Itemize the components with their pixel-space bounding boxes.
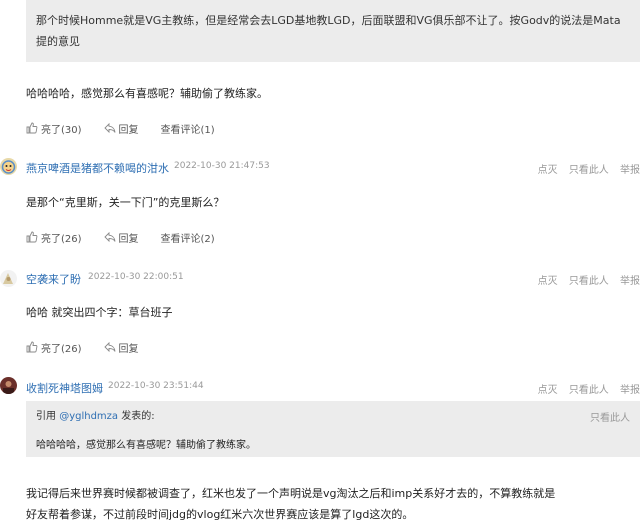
quote-text: 哈哈哈哈，感觉那么有喜感呢？辅助偷了教练家。 (36, 440, 256, 451)
post-text: 哈哈 就突出四个字：草台班子 (26, 306, 173, 319)
quote-suffix: 发表的: (121, 411, 155, 422)
post-time: 2022-10-30 22:00:51 (88, 272, 184, 282)
post-right-links: 点灭 只看此人 举报 (530, 161, 640, 176)
reply-label: 回复 (118, 233, 139, 245)
post-text: 哈哈哈哈，感觉那么有喜感呢？辅助偷了教练家。 (26, 87, 268, 100)
like-button[interactable]: 亮了(26) (26, 340, 82, 355)
report-link[interactable]: 举报 (620, 385, 640, 396)
like-label: 亮了(26) (41, 343, 82, 355)
like-button[interactable]: 亮了(26) (26, 230, 82, 245)
dislike-link[interactable]: 点灭 (538, 165, 558, 176)
post-text-line: 我记得后来世界赛时候都被调查了，红米也发了一个声明说是vg淘汰之后和imp关系好… (26, 487, 556, 500)
post-header: 燕京啤酒是猪都不赖喝的泔水 2022-10-30 21:47:53 点灭 只看此… (0, 157, 640, 181)
username-link[interactable]: 燕京啤酒是猪都不赖喝的泔水 (26, 160, 169, 176)
report-link[interactable]: 举报 (620, 276, 640, 287)
post-time: 2022-10-30 23:51:44 (108, 381, 204, 391)
quoted-post-text: 那个时候Homme就是VG主教练，但是经常会去LGD基地教LGD，后面联盟和VG… (36, 14, 621, 48)
avatar-image (0, 270, 17, 287)
avatar[interactable] (0, 158, 17, 175)
avatar[interactable] (0, 270, 17, 287)
view-comments-label: 查看评论(1) (160, 124, 215, 136)
post-actions: 亮了(26) 回复 查看评论(2) (26, 229, 237, 245)
reply-icon (103, 341, 115, 353)
quoted-post: 那个时候Homme就是VG主教练，但是经常会去LGD基地教LGD，后面联盟和VG… (26, 0, 640, 62)
thumbs-up-icon (26, 122, 38, 134)
post-time: 2022-10-30 21:47:53 (174, 161, 270, 171)
post-header: 收割死神塔图姆 2022-10-30 23:51:44 点灭 只看此人 举报 (0, 377, 640, 401)
only-this-user-link[interactable]: 只看此人 (569, 276, 609, 287)
view-comments-button[interactable]: 查看评论(1) (161, 121, 215, 136)
only-this-user-link[interactable]: 只看此人 (569, 165, 609, 176)
quote-user-link[interactable]: @yglhdmza (59, 411, 118, 422)
quote-prefix: 引用 (36, 411, 56, 422)
post-header: 空袭来了盼 2022-10-30 22:00:51 点灭 只看此人 举报 (0, 268, 640, 292)
post-actions: 亮了(30) 回复 查看评论(1) (26, 120, 237, 136)
quote-header: 引用 @yglhdmza 发表的: (36, 407, 630, 422)
reply-label: 回复 (118, 343, 139, 355)
avatar-image (0, 158, 17, 175)
avatar[interactable] (0, 377, 17, 394)
like-label: 亮了(30) (41, 124, 82, 136)
post-text-line: 好友帮着参谋，不过前段时间jdg的vlog红米六次世界赛应该是算了lgd这次的。 (26, 508, 414, 521)
post-right-links: 点灭 只看此人 举报 (530, 272, 640, 287)
reply-button[interactable]: 回复 (103, 340, 139, 355)
dislike-link[interactable]: 点灭 (538, 385, 558, 396)
like-button[interactable]: 亮了(30) (26, 121, 82, 136)
view-comments-label: 查看评论(2) (160, 233, 215, 245)
thumbs-up-icon (26, 231, 38, 243)
dislike-link[interactable]: 点灭 (538, 276, 558, 287)
reply-icon (103, 122, 115, 134)
only-this-user-link[interactable]: 只看此人 (569, 385, 609, 396)
avatar-image (0, 377, 17, 394)
report-link[interactable]: 举报 (620, 165, 640, 176)
reply-label: 回复 (118, 124, 139, 136)
username-link[interactable]: 空袭来了盼 (26, 271, 81, 287)
reply-icon (103, 231, 115, 243)
quote-only-this-user-link[interactable]: 只看此人 (590, 409, 630, 424)
post-right-links: 点灭 只看此人 举报 (530, 381, 640, 396)
quote-box: 引用 @yglhdmza 发表的: 哈哈哈哈，感觉那么有喜感呢？辅助偷了教练家。… (26, 401, 640, 457)
view-comments-button[interactable]: 查看评论(2) (161, 230, 215, 245)
reply-button[interactable]: 回复 (103, 121, 139, 136)
reply-button[interactable]: 回复 (103, 230, 139, 245)
like-label: 亮了(26) (41, 233, 82, 245)
username-link[interactable]: 收割死神塔图姆 (26, 380, 103, 396)
thumbs-up-icon (26, 341, 38, 353)
post-actions: 亮了(26) 回复 (26, 339, 161, 355)
post-text: 是那个“克里斯，关一下门”的克里斯么？ (26, 196, 225, 209)
